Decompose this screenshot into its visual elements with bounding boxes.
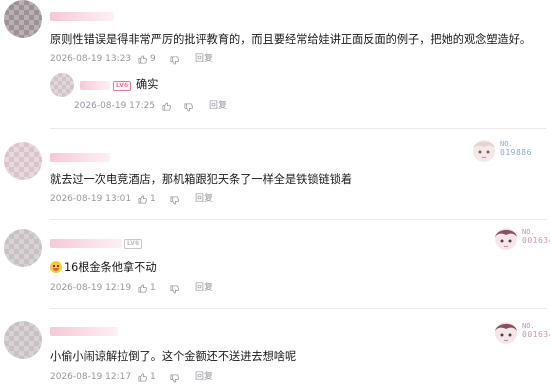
fan-badge: NO. 001634 <box>492 318 550 350</box>
thumb-up-icon[interactable] <box>138 195 147 204</box>
avatar[interactable] <box>4 0 42 38</box>
like-count: 9 <box>150 54 156 64</box>
reply-button[interactable]: 回复 <box>195 283 213 294</box>
reply-button[interactable]: 回复 <box>209 101 227 112</box>
anime-avatar-icon <box>473 140 495 162</box>
comment-timestamp: 2026-08-19 12:17 <box>50 372 132 382</box>
comment-text: 16根金条他拿不动 <box>64 261 157 274</box>
avatar[interactable] <box>4 321 42 359</box>
divider <box>50 219 546 220</box>
divider <box>50 308 546 309</box>
level-badge: LV6 <box>113 81 132 91</box>
thumb-down-icon[interactable] <box>170 285 179 294</box>
thumb-down-icon[interactable] <box>184 103 193 112</box>
level-badge: LV6 <box>124 239 143 249</box>
username-redacted[interactable] <box>50 12 114 21</box>
reply-button[interactable]: 回复 <box>195 54 213 65</box>
avatar[interactable] <box>4 142 42 180</box>
badge-number: 001634 <box>522 330 550 339</box>
reply-avatar[interactable] <box>50 73 74 97</box>
anime-avatar-icon <box>495 228 517 250</box>
username-redacted[interactable] <box>50 239 122 248</box>
badge-no: NO. <box>500 140 513 148</box>
like-count: 1 <box>150 194 156 204</box>
reply-timestamp: 2026-08-19 17:25 <box>74 101 156 111</box>
thumb-down-icon[interactable] <box>170 196 179 205</box>
fan-badge: NO. 019886 <box>470 136 550 168</box>
fan-badge: NO. 001634 <box>492 224 550 256</box>
comment-timestamp: 2026-08-19 13:01 <box>50 194 132 204</box>
badge-number: 019886 <box>500 148 532 157</box>
avatar[interactable] <box>4 229 42 267</box>
reply-button[interactable]: 回复 <box>195 194 213 205</box>
username-redacted[interactable] <box>50 327 118 336</box>
like-count: 1 <box>150 283 156 293</box>
reply-content: 确实 <box>136 78 159 91</box>
comment-content: 小偷小闹谅解拉倒了。这个金额还不送进去想啥呢 <box>50 350 297 363</box>
badge-no: NO. <box>522 322 535 330</box>
username-redacted[interactable] <box>50 153 110 162</box>
reply-username-redacted[interactable] <box>80 81 110 90</box>
thumb-up-icon[interactable] <box>138 373 147 382</box>
comment-content: 16根金条他拿不动 <box>50 261 157 275</box>
badge-number: 001634 <box>522 236 550 245</box>
thumb-up-icon[interactable] <box>138 284 147 293</box>
divider <box>50 128 546 129</box>
like-count: 1 <box>150 372 156 382</box>
thumb-up-icon[interactable] <box>138 55 147 64</box>
anime-avatar-icon <box>495 322 517 344</box>
badge-no: NO. <box>522 228 535 236</box>
comment-timestamp: 2026-08-19 13:23 <box>50 54 132 64</box>
thumb-down-icon[interactable] <box>170 56 179 65</box>
thumb-down-icon[interactable] <box>170 374 179 383</box>
emoji-icon <box>50 261 62 273</box>
comment-timestamp: 2026-08-19 12:19 <box>50 283 132 293</box>
reply-button[interactable]: 回复 <box>195 372 213 383</box>
thumb-up-icon[interactable] <box>162 102 171 111</box>
comment-content: 原则性错误是得非常严厉的批评教育的，而且要经常给娃讲正面反面的例子，把她的观念塑… <box>50 33 532 46</box>
comment-content: 就去过一次电竞酒店，那机箱跟犯天条了一样全是铁锁链锁着 <box>50 173 353 186</box>
